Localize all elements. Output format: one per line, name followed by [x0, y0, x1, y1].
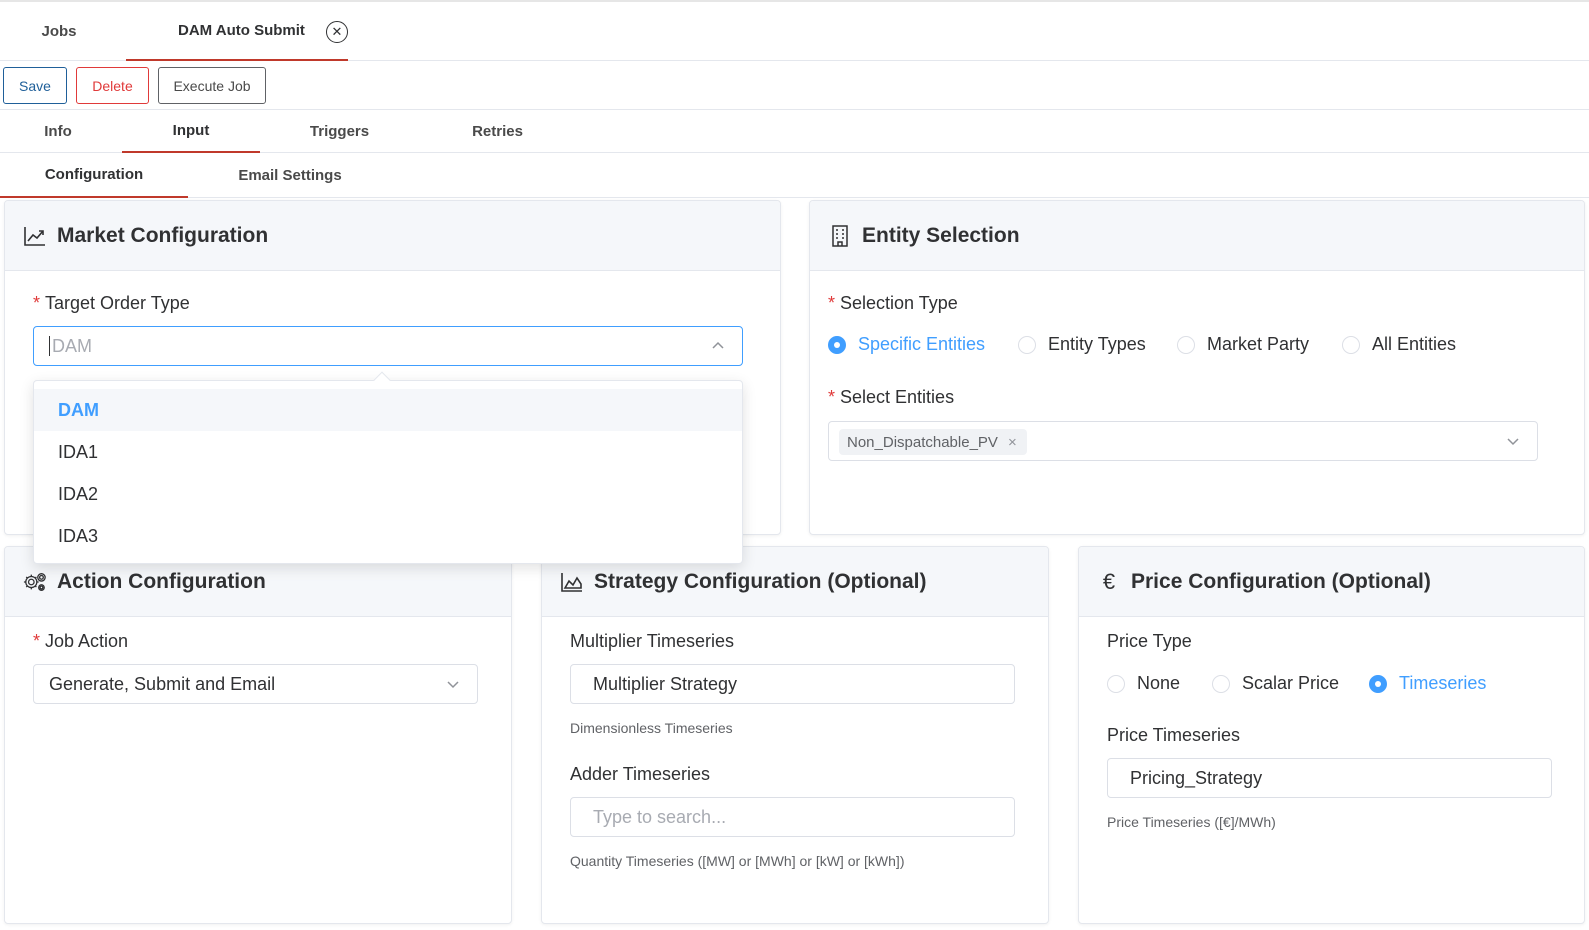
price-timeseries-label: Price Timeseries [1107, 725, 1241, 745]
toolbar: Save Delete Execute Job [0, 61, 1589, 110]
execute-job-button[interactable]: Execute Job [158, 67, 266, 104]
adder-timeseries-label: Adder Timeseries [570, 764, 711, 784]
chevron-down-icon [447, 681, 459, 689]
tab-configuration[interactable]: Configuration [0, 153, 188, 198]
entity-tag: Non_Dispatchable_PV × [839, 429, 1027, 455]
chevron-down-icon [1507, 438, 1519, 446]
price-type-label: Price Type [1107, 631, 1192, 651]
tab-triggers[interactable]: Triggers [262, 110, 417, 153]
strategy-configuration-card: Strategy Configuration (Optional) Multip… [541, 546, 1049, 924]
multiplier-timeseries-input[interactable]: Multiplier Strategy [570, 664, 1015, 704]
tab-jobs[interactable]: Jobs [0, 2, 118, 61]
delete-button[interactable]: Delete [76, 67, 149, 104]
tag-close-icon[interactable]: × [1008, 434, 1017, 451]
target-order-type-select[interactable]: DAM [33, 326, 743, 366]
adder-timeseries-search[interactable]: Type to search... [570, 797, 1015, 837]
card-title: Market Configuration [57, 223, 269, 247]
tab-input[interactable]: Input [122, 110, 260, 153]
option-ida3[interactable]: IDA3 [34, 515, 742, 557]
line-chart-icon [23, 224, 47, 248]
page-tabs: Jobs DAM Auto Submit ✕ [0, 2, 1589, 61]
building-icon [828, 224, 852, 248]
adder-help-text: Quantity Timeseries ([MW] or [MWh] or [k… [570, 853, 905, 869]
multiplier-help-text: Dimensionless Timeseries [570, 720, 733, 736]
entity-selection-card: Entity Selection * Selection Type Specifi… [809, 200, 1585, 535]
multiplier-timeseries-label: Multiplier Timeseries [570, 631, 735, 651]
save-button[interactable]: Save [3, 67, 67, 104]
card-title: Strategy Configuration (Optional) [594, 569, 927, 593]
input-tabs: Configuration Email Settings [0, 153, 1589, 198]
action-configuration-card: Action Configuration * Job Action Generat… [4, 546, 512, 924]
euro-icon: € [1102, 568, 1116, 594]
selection-type-label: * Selection Type [828, 293, 958, 313]
card-title: Entity Selection [862, 223, 1020, 247]
radio-specific-entities[interactable]: Specific Entities [828, 334, 985, 355]
tab-info[interactable]: Info [0, 110, 116, 153]
radio-all-entities[interactable]: All Entities [1342, 334, 1456, 355]
radio-none[interactable]: None [1107, 673, 1180, 694]
card-header: € Price Configuration (Optional) [1079, 547, 1584, 617]
card-header: Entity Selection [810, 201, 1584, 271]
target-order-type-label: * Target Order Type [33, 293, 190, 313]
job-action-label: * Job Action [33, 631, 129, 651]
tab-retries[interactable]: Retries [420, 110, 575, 153]
price-configuration-card: € Price Configuration (Optional) Price T… [1078, 546, 1585, 924]
close-tab-icon[interactable]: ✕ [326, 21, 348, 43]
card-title: Action Configuration [57, 569, 266, 593]
price-timeseries-input[interactable]: Pricing_Strategy [1107, 758, 1552, 798]
select-entities-select[interactable]: Non_Dispatchable_PV × [828, 421, 1538, 461]
card-title: Price Configuration (Optional) [1131, 569, 1431, 593]
tab-email-settings[interactable]: Email Settings [190, 153, 390, 198]
radio-entity-types[interactable]: Entity Types [1018, 334, 1146, 355]
option-ida1[interactable]: IDA1 [34, 431, 742, 473]
option-dam[interactable]: DAM [34, 389, 742, 431]
job-action-select[interactable]: Generate, Submit and Email [33, 664, 478, 704]
card-header: Market Configuration [5, 201, 780, 271]
price-help-text: Price Timeseries ([€]/MWh) [1107, 814, 1276, 830]
area-chart-icon [560, 570, 584, 594]
radio-scalar-price[interactable]: Scalar Price [1212, 673, 1339, 694]
chevron-up-icon [712, 341, 724, 349]
radio-market-party[interactable]: Market Party [1177, 334, 1309, 355]
target-order-type-dropdown: DAM IDA1 IDA2 IDA3 [33, 380, 743, 564]
option-ida2[interactable]: IDA2 [34, 473, 742, 515]
select-entities-label: * Select Entities [828, 387, 955, 407]
job-sections-tabs: Info Input Triggers Retries [0, 110, 1589, 153]
tab-dam-auto-submit[interactable]: DAM Auto Submit [126, 2, 348, 61]
radio-timeseries[interactable]: Timeseries [1369, 673, 1486, 694]
gears-icon [23, 570, 47, 594]
